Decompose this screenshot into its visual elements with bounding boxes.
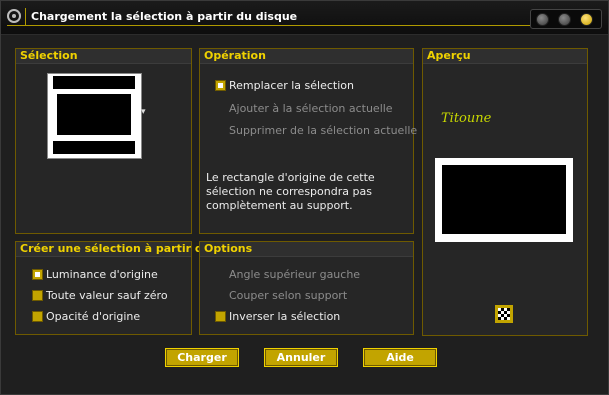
maximize-button[interactable] [558, 13, 571, 26]
checkerboard-icon[interactable] [495, 305, 513, 323]
checkerboard-pattern [498, 308, 510, 320]
preview-panel: Aperçu Titoune [422, 48, 588, 336]
source-opacity-label[interactable]: Opacité d'origine [46, 310, 140, 323]
title-divider [7, 25, 601, 26]
cancel-button[interactable]: Annuler [264, 348, 338, 367]
thumbnail-shape [57, 94, 131, 135]
close-button[interactable] [580, 13, 593, 26]
window-title: Chargement la sélection à partir du disq… [31, 10, 298, 23]
source-opacity-checkbox[interactable] [32, 311, 43, 322]
source-luminance-label[interactable]: Luminance d'origine [46, 268, 158, 281]
any-nonzero-checkbox[interactable] [32, 290, 43, 301]
selection-panel: Sélection ▾ [15, 48, 192, 234]
selection-panel-title: Sélection [16, 49, 191, 64]
operation-panel: Opération Remplacer la sélection Ajouter… [199, 48, 418, 234]
invert-selection-checkbox[interactable] [215, 311, 226, 322]
preview-shape [442, 165, 566, 234]
source-luminance-checkbox[interactable] [32, 269, 43, 280]
app-icon[interactable] [7, 9, 21, 23]
signature: Titoune [441, 111, 492, 126]
create-selection-panel: Créer une sélection à partir de : Lumina… [15, 241, 218, 335]
info-message-line: complètement au support. [206, 199, 353, 212]
replace-selection-checkbox[interactable] [215, 80, 226, 91]
replace-selection-label[interactable]: Remplacer la sélection [229, 79, 354, 92]
any-nonzero-label[interactable]: Toute valeur sauf zéro [46, 289, 168, 302]
dialog-window: Chargement la sélection à partir du disq… [0, 0, 609, 395]
minimize-button[interactable] [536, 13, 549, 26]
load-button[interactable]: Charger [165, 348, 239, 367]
clip-to-canvas-label: Couper selon support [229, 289, 348, 302]
preview-panel-title: Aperçu [423, 49, 587, 64]
selection-thumbnail[interactable] [47, 73, 142, 159]
thumbnail-shape [53, 141, 135, 154]
options-panel: Options Angle supérieur gauche Couper se… [199, 241, 414, 335]
add-selection-label: Ajouter à la sélection actuelle [229, 102, 393, 115]
help-button[interactable]: Aide [363, 348, 437, 367]
create-selection-panel-title: Créer une sélection à partir de : [16, 242, 218, 257]
options-panel-title: Options [200, 242, 413, 257]
info-message-line: sélection ne correspondra pas [206, 185, 372, 198]
dropdown-arrow-icon[interactable]: ▾ [141, 107, 146, 117]
subtract-selection-label: Supprimer de la sélection actuelle [229, 124, 418, 137]
top-left-corner-label: Angle supérieur gauche [229, 268, 361, 281]
window-controls [530, 9, 602, 29]
operation-panel-title: Opération [200, 49, 413, 64]
title-bar[interactable]: Chargement la sélection à partir du disq… [1, 1, 608, 35]
invert-selection-label[interactable]: Inverser la sélection [229, 310, 340, 323]
title-divider-vertical [25, 8, 26, 26]
thumbnail-shape [53, 76, 135, 89]
info-message-line: Le rectangle d'origine de cette [206, 171, 375, 184]
preview-image [435, 158, 573, 242]
